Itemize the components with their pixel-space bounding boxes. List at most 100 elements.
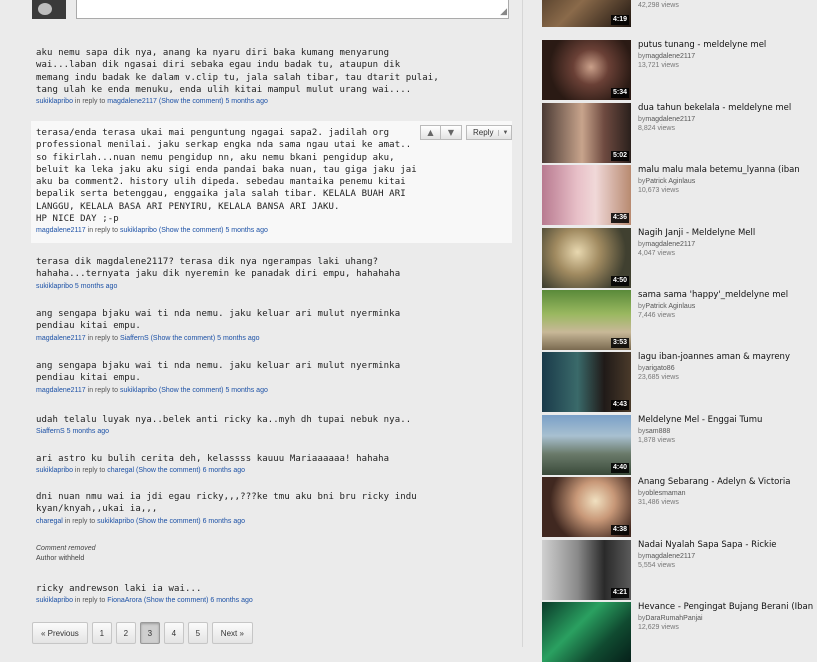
- video-uploader[interactable]: oblesmaman: [645, 490, 685, 497]
- related-video-item[interactable]: Hevance - Pengingat Bujang Berani (Iban …: [542, 602, 817, 662]
- related-video-item[interactable]: 5:02 dua tahun bekelala - meldelyne mel …: [542, 103, 817, 163]
- video-uploader-line: byarigato86: [638, 364, 817, 373]
- video-thumbnail[interactable]: 4:36: [542, 165, 631, 225]
- video-title[interactable]: Anang Sebarang - Adelyn & Victoria: [638, 477, 817, 489]
- comment-meta: charegal in reply to sukiklapribo (Show …: [36, 517, 506, 527]
- related-video-item[interactable]: 4:50 Nagih Janji - Meldelyne Mell bymagd…: [542, 228, 817, 288]
- reply-button[interactable]: Reply ▼: [466, 125, 513, 140]
- reply-to-user[interactable]: charegal: [107, 467, 134, 474]
- video-info: malu malu mala betemu_lyanna (iban byPat…: [638, 165, 817, 195]
- video-title[interactable]: Nadai Nyalah Sapa Sapa - Rickie: [638, 540, 817, 552]
- comment: terasa dik magdalene2117? terasa dik nya…: [36, 256, 506, 292]
- comment-author[interactable]: magdalene2117: [36, 387, 86, 394]
- comment-author[interactable]: charegal: [36, 518, 63, 525]
- comment-author[interactable]: sukiklapribo: [36, 98, 73, 105]
- video-uploader[interactable]: Patrick Aginlaus: [645, 303, 695, 310]
- removed-comment-note: Author withheld: [36, 555, 85, 562]
- page-button-5[interactable]: 5: [187, 622, 208, 644]
- comment-text: aku nemu sapa dik nya, anang ka nyaru di…: [36, 48, 439, 95]
- video-uploader[interactable]: magdalene2117: [645, 53, 695, 60]
- vote-down-button[interactable]: ▼: [441, 125, 462, 140]
- video-thumbnail[interactable]: 5:02: [542, 103, 631, 163]
- comment-date: 5 months ago: [225, 227, 268, 235]
- video-thumbnail[interactable]: 3:53: [542, 290, 631, 350]
- show-comment-link[interactable]: (Show the comment): [136, 467, 201, 474]
- video-views: 12,629 views: [638, 623, 679, 631]
- comment-author[interactable]: SiaffernS: [36, 428, 65, 435]
- video-title[interactable]: lagu iban-joannes aman & mayreny: [638, 352, 817, 364]
- comment-author[interactable]: magdalene2117: [36, 227, 86, 234]
- video-uploader[interactable]: magdalene2117: [645, 241, 695, 248]
- page-button-2[interactable]: 2: [115, 622, 136, 644]
- resize-grip-icon[interactable]: ◢: [500, 8, 507, 17]
- reply-to-user[interactable]: SiaffernS: [120, 335, 149, 342]
- next-page-button[interactable]: Next »: [211, 622, 253, 644]
- video-uploader[interactable]: arigato86: [645, 365, 674, 372]
- related-video-item[interactable]: 4:19 42,298 views: [542, 0, 817, 27]
- video-uploader[interactable]: magdalene2117: [645, 553, 695, 560]
- video-thumbnail[interactable]: 4:19: [542, 0, 631, 27]
- removed-comment-title: Comment removed: [36, 545, 96, 552]
- page-button-4[interactable]: 4: [163, 622, 184, 644]
- comment-author[interactable]: sukiklapribo: [36, 597, 73, 604]
- video-title[interactable]: Nagih Janji - Meldelyne Mell: [638, 228, 817, 240]
- show-comment-link[interactable]: (Show the comment): [159, 227, 224, 234]
- page-button-1[interactable]: 1: [91, 622, 112, 644]
- comment: terasa/enda terasa ukai mai penguntung n…: [36, 127, 506, 236]
- comment: ricky andrewson laki ia wai... sukiklapr…: [36, 583, 506, 606]
- video-title[interactable]: malu malu mala betemu_lyanna (iban: [638, 165, 817, 177]
- reply-to-user[interactable]: FionaArora: [107, 597, 142, 604]
- video-title[interactable]: putus tunang - meldelyne mel: [638, 40, 817, 52]
- reply-to-user[interactable]: sukiklapribo: [120, 227, 157, 234]
- video-thumbnail[interactable]: 4:50: [542, 228, 631, 288]
- video-thumbnail[interactable]: [542, 602, 631, 662]
- video-title[interactable]: dua tahun bekelala - meldelyne mel: [638, 103, 817, 115]
- video-uploader[interactable]: sam888: [645, 428, 670, 435]
- video-info: sama sama 'happy'_meldelyne mel byPatric…: [638, 290, 817, 320]
- video-uploader[interactable]: Patrick Aginlaus: [645, 178, 695, 185]
- related-video-item[interactable]: 4:38 Anang Sebarang - Adelyn & Victoria …: [542, 477, 817, 537]
- video-info: Hevance - Pengingat Bujang Berani (Iban …: [638, 602, 817, 632]
- video-duration: 4:21: [610, 588, 629, 598]
- user-avatar[interactable]: [32, 0, 66, 19]
- previous-page-button[interactable]: « Previous: [32, 622, 88, 644]
- related-video-item[interactable]: 4:43 lagu iban-joannes aman & mayreny by…: [542, 352, 817, 412]
- video-info: Nadai Nyalah Sapa Sapa - Rickie bymagdal…: [638, 540, 817, 570]
- video-uploader[interactable]: magdalene2117: [645, 116, 695, 123]
- comment-meta: magdalene2117 in reply to sukiklapribo (…: [36, 386, 506, 396]
- video-views: 13,721 views: [638, 61, 679, 69]
- related-video-item[interactable]: 3:53 sama sama 'happy'_meldelyne mel byP…: [542, 290, 817, 350]
- show-comment-link[interactable]: (Show the comment): [151, 335, 216, 342]
- video-thumbnail[interactable]: 5:34: [542, 40, 631, 100]
- related-video-item[interactable]: 4:40 Meldelyne Mel - Enggai Tumu bysam88…: [542, 415, 817, 475]
- video-title[interactable]: Hevance - Pengingat Bujang Berani (Iban: [638, 602, 817, 614]
- video-thumbnail[interactable]: 4:38: [542, 477, 631, 537]
- related-video-item[interactable]: 5:34 putus tunang - meldelyne mel bymagd…: [542, 40, 817, 100]
- video-title[interactable]: Meldelyne Mel - Enggai Tumu: [638, 415, 817, 427]
- video-thumbnail[interactable]: 4:21: [542, 540, 631, 600]
- video-uploader[interactable]: DaraRumahPanjai: [645, 615, 702, 622]
- page-button-3-current[interactable]: 3: [139, 622, 160, 644]
- related-video-item[interactable]: 4:21 Nadai Nyalah Sapa Sapa - Rickie bym…: [542, 540, 817, 600]
- comment-author[interactable]: sukiklapribo: [36, 283, 73, 290]
- show-comment-link[interactable]: (Show the comment): [144, 597, 209, 604]
- comment-author[interactable]: magdalene2117: [36, 335, 86, 342]
- related-video-item[interactable]: 4:36 malu malu mala betemu_lyanna (iban …: [542, 165, 817, 225]
- comment-input[interactable]: ◢: [76, 0, 509, 19]
- dropdown-arrow-icon[interactable]: ▼: [498, 129, 508, 136]
- comment-author[interactable]: sukiklapribo: [36, 467, 73, 474]
- show-comment-link[interactable]: (Show the comment): [159, 387, 224, 394]
- video-duration: 5:34: [610, 88, 629, 98]
- reply-to-user[interactable]: sukiklapribo: [120, 387, 157, 394]
- reply-to-user[interactable]: sukiklapribo: [97, 518, 134, 525]
- show-comment-link[interactable]: (Show the comment): [136, 518, 201, 525]
- video-title[interactable]: sama sama 'happy'_meldelyne mel: [638, 290, 817, 302]
- vote-up-button[interactable]: ▲: [420, 125, 441, 140]
- comment-meta: SiaffernS 5 months ago: [36, 427, 506, 437]
- show-comment-link[interactable]: (Show the comment): [159, 98, 224, 105]
- video-thumbnail[interactable]: 4:43: [542, 352, 631, 412]
- video-views: 8,824 views: [638, 124, 675, 132]
- comment: udah telalu luyak nya..belek anti ricky …: [36, 414, 506, 437]
- reply-to-user[interactable]: magdalene2117: [107, 98, 157, 105]
- video-thumbnail[interactable]: 4:40: [542, 415, 631, 475]
